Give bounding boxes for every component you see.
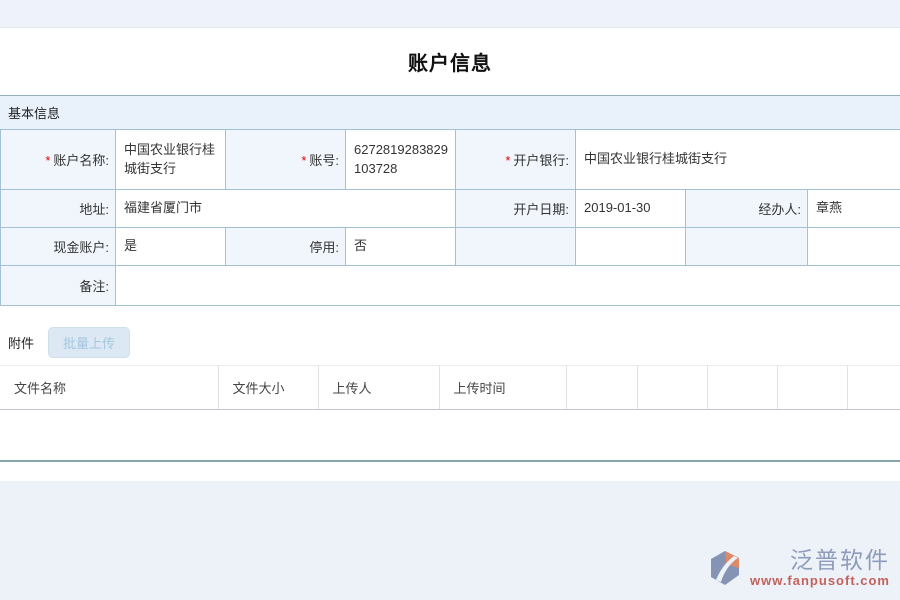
fanpu-logo-icon	[704, 548, 746, 590]
spacer	[0, 306, 900, 329]
open-date-value: 2019-01-30	[576, 190, 686, 228]
table-row: 备注:	[1, 266, 900, 306]
disabled-value: 否	[346, 228, 456, 266]
col-header-file-size: 文件大小	[218, 366, 318, 410]
footer: 泛普软件 www.fanpusoft.com	[0, 481, 900, 600]
cash-account-value: 是	[116, 228, 226, 266]
required-asterisk: *	[45, 153, 50, 168]
col-header-empty	[566, 366, 637, 410]
operator-label: 经办人:	[686, 190, 808, 228]
account-info-table: *账户名称: 中国农业银行桂城街支行 *账号: 6272819283829103…	[0, 129, 900, 306]
required-asterisk: *	[301, 153, 306, 168]
attachments-table: 文件名称 文件大小 上传人 上传时间	[0, 365, 900, 410]
top-bar	[0, 0, 900, 28]
col-header-uploader: 上传人	[318, 366, 439, 410]
section-header-label: 基本信息	[8, 103, 60, 122]
account-no-value: 6272819283829103728	[346, 130, 456, 190]
account-name-value: 中国农业银行桂城街支行	[116, 130, 226, 190]
empty-label-cell	[686, 228, 808, 266]
white-strip	[0, 462, 900, 481]
cash-account-label: 现金账户:	[1, 228, 116, 266]
fanpu-logo[interactable]: 泛普软件 www.fanpusoft.com	[704, 548, 890, 590]
bank-value: 中国农业银行桂城街支行	[576, 130, 900, 190]
col-header-file-name: 文件名称	[0, 366, 218, 410]
address-value: 福建省厦门市	[116, 190, 456, 228]
col-header-upload-time: 上传时间	[439, 366, 566, 410]
brand-texts: 泛普软件 www.fanpusoft.com	[750, 548, 890, 588]
content-bottom-divider	[0, 410, 900, 462]
table-row: *账户名称: 中国农业银行桂城街支行 *账号: 6272819283829103…	[1, 130, 900, 190]
empty-value-cell	[808, 228, 900, 266]
operator-value: 章燕	[808, 190, 900, 228]
table-row: 现金账户: 是 停用: 否	[1, 228, 900, 266]
open-date-label: 开户日期:	[456, 190, 576, 228]
address-label: 地址:	[1, 190, 116, 228]
col-header-empty	[847, 366, 900, 410]
attachments-bar: 附件 批量上传	[0, 329, 900, 356]
table-row: 地址: 福建省厦门市 开户日期: 2019-01-30 经办人: 章燕	[1, 190, 900, 228]
title-area: 账户信息	[0, 28, 900, 95]
brand-name: 泛普软件	[790, 548, 890, 573]
section-header-basic-info: 基本信息	[0, 95, 900, 129]
empty-label-cell	[456, 228, 576, 266]
remark-value	[116, 266, 900, 306]
col-header-empty	[707, 366, 777, 410]
required-asterisk: *	[505, 153, 510, 168]
brand-url: www.fanpusoft.com	[750, 573, 890, 588]
account-name-label: *账户名称:	[1, 130, 116, 190]
col-header-empty	[637, 366, 707, 410]
col-header-empty	[777, 366, 847, 410]
attachments-header-row: 文件名称 文件大小 上传人 上传时间	[0, 366, 900, 410]
attachments-title: 附件	[8, 333, 34, 352]
page-title: 账户信息	[408, 47, 492, 76]
remark-label: 备注:	[1, 266, 116, 306]
batch-upload-button[interactable]: 批量上传	[48, 327, 130, 358]
bank-label: *开户银行:	[456, 130, 576, 190]
empty-value-cell	[576, 228, 686, 266]
disabled-label: 停用:	[226, 228, 346, 266]
account-no-label: *账号:	[226, 130, 346, 190]
